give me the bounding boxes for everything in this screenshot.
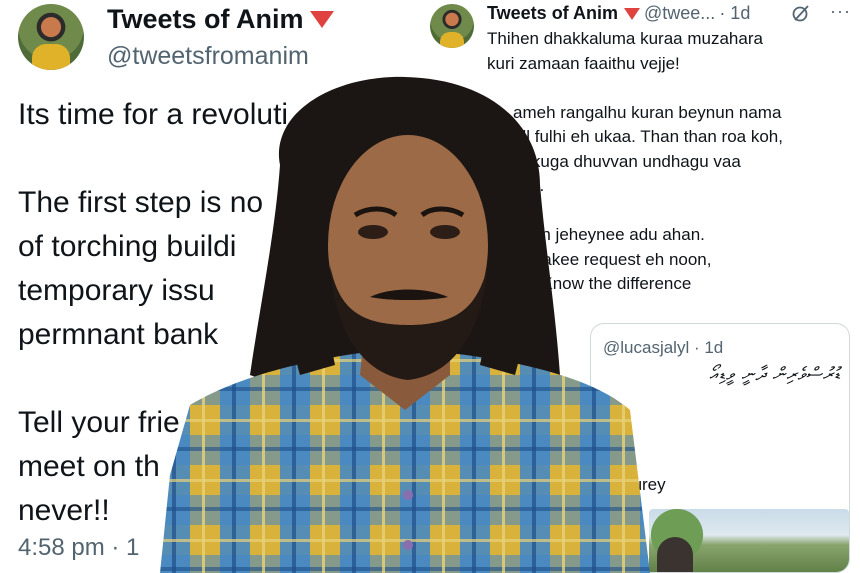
right-time[interactable]: · 1d [719, 3, 750, 24]
red-triangle-icon [624, 7, 641, 20]
left-timestamp[interactable]: 4:58 pm · 1 [18, 534, 139, 562]
tweet-line: Thihen dhakkaluma kuraa muzahara [487, 29, 763, 48]
red-triangle-icon [309, 11, 334, 28]
tweet-line: kuri zamaan faaithu vejje! [487, 53, 680, 73]
right-tweet-header: Tweets of Anim @twee... · 1d [487, 3, 750, 24]
right-handle[interactable]: @twee... [644, 3, 715, 24]
right-avatar[interactable] [430, 4, 474, 48]
left-display-name[interactable]: Tweets of Anim [107, 4, 334, 35]
portrait-photo [160, 76, 650, 573]
left-avatar[interactable] [18, 4, 84, 70]
quoted-photo[interactable] [649, 509, 849, 572]
grok-icon[interactable] [791, 3, 811, 23]
left-handle[interactable]: @tweetsfromanim [107, 42, 309, 71]
quoted-dhivehi-text: ޑުރުސްވެރިން ދާނީ ވީޑިއޯ [709, 364, 841, 384]
more-options-icon[interactable]: ··· [830, 1, 851, 22]
right-display-name[interactable]: Tweets of Anim [487, 3, 618, 24]
